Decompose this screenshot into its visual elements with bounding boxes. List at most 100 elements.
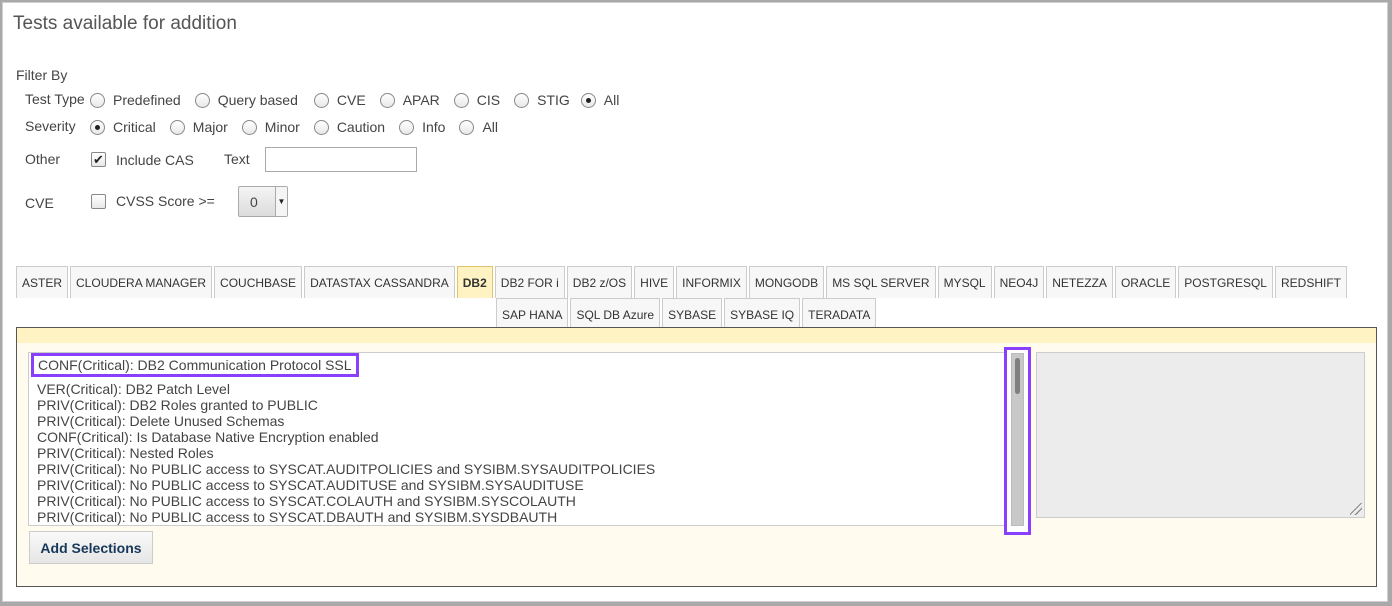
severity-option-label: Info (422, 119, 446, 135)
scrollbar-track[interactable] (1011, 353, 1024, 526)
list-item[interactable]: PRIV(Critical): Delete Unused Schemas (37, 413, 284, 429)
database-tabs-row-1: ASTER CLOUDERA MANAGER COUCHBASE DATASTAX C… (16, 266, 1349, 298)
chevron-down-icon[interactable]: ▼ (275, 187, 287, 216)
tab-teradata[interactable]: TERADATA (802, 298, 877, 330)
tab-ms-sql-server[interactable]: MS SQL SERVER (826, 266, 936, 298)
test-type-option-label: Predefined (113, 92, 181, 108)
list-item-selected[interactable]: CONF(Critical): DB2 Communication Protoc… (31, 353, 359, 377)
severity-radio-critical[interactable] (90, 119, 105, 135)
tab-redshift[interactable]: REDSHIFT (1274, 266, 1347, 298)
severity-radio-all[interactable] (459, 119, 475, 135)
severity-option-label: Major (192, 119, 228, 135)
severity-option-label: Minor (264, 119, 300, 135)
tab-cloudera-manager[interactable]: CLOUDERA MANAGER (70, 266, 213, 298)
severity-option-minor[interactable]: Minor (241, 119, 300, 135)
add-selections-button[interactable]: Add Selections (29, 531, 153, 564)
tab-mongodb[interactable]: MONGODB (748, 266, 825, 298)
tab-aster[interactable]: ASTER (16, 266, 69, 298)
include-cas-label: Include CAS (116, 152, 194, 168)
severity-option-label: Caution (336, 119, 386, 135)
tab-content-strip (17, 328, 1376, 343)
cve-label: CVE (25, 195, 54, 211)
test-type-option-apar[interactable]: APAR (379, 92, 440, 108)
list-item[interactable]: PRIV(Critical): No PUBLIC access to SYSC… (37, 525, 554, 526)
tab-datastax-cassandra[interactable]: DATASTAX CASSANDRA (304, 266, 455, 298)
test-type-option-cve[interactable]: CVE (313, 92, 366, 108)
severity-radio-caution[interactable] (313, 119, 329, 135)
test-type-radio-stig[interactable] (514, 92, 530, 108)
list-scrollbar[interactable] (1004, 347, 1031, 535)
tests-listbox[interactable]: CONF(Critical): DB2 Communication Protoc… (28, 352, 1008, 526)
test-type-option-predefined[interactable]: Predefined (90, 92, 181, 108)
cvss-score-select[interactable]: 0 ▼ (238, 186, 288, 217)
test-type-option-label: CVE (336, 92, 366, 108)
test-type-option-label: APAR (402, 92, 440, 108)
test-type-radio-cis[interactable] (453, 92, 469, 108)
test-type-radio-all[interactable] (580, 92, 596, 108)
tab-sap-hana[interactable]: SAP HANA (496, 298, 569, 330)
database-tabs-row-2: SAP HANA SQL DB Azure SYBASE SYBASE IQ TERAD… (496, 298, 878, 330)
test-type-option-label: Query based (217, 92, 298, 108)
list-item[interactable]: PRIV(Critical): DB2 Roles granted to PUB… (37, 397, 318, 413)
severity-option-label: All (482, 119, 498, 135)
test-type-option-label: STIG (537, 92, 570, 108)
severity-option-caution[interactable]: Caution (313, 119, 386, 135)
list-item[interactable]: CONF(Critical): Is Database Native Encry… (37, 429, 379, 445)
severity-option-critical[interactable]: Critical (90, 119, 156, 135)
cvss-score-value: 0 (250, 194, 258, 210)
filter-by-label: Filter By (16, 67, 68, 83)
test-type-option-label: CIS (476, 92, 501, 108)
severity-option-all[interactable]: All (459, 119, 498, 135)
test-type-radio-cve[interactable] (313, 92, 329, 108)
test-type-option-label: All (603, 92, 620, 108)
tab-sybase[interactable]: SYBASE (662, 298, 723, 330)
test-type-radio-apar[interactable] (379, 92, 395, 108)
tab-db2-for-i[interactable]: DB2 FOR i (494, 266, 565, 298)
severity-option-major[interactable]: Major (169, 119, 228, 135)
test-details-textarea[interactable] (1036, 352, 1365, 518)
tab-informix[interactable]: INFORMIX (676, 266, 747, 298)
other-label: Other (25, 151, 61, 167)
text-filter-input[interactable] (265, 147, 417, 172)
text-label: Text (224, 151, 250, 167)
test-type-radio-group: Predefined Query based CVE APAR CIS STIG All (90, 90, 619, 110)
severity-radio-info[interactable] (399, 119, 415, 135)
tab-content-panel: CONF(Critical): DB2 Communication Protoc… (16, 327, 1377, 587)
test-type-label: Test Type (25, 91, 85, 107)
tests-panel: Tests available for addition Filter By T… (2, 2, 1388, 602)
list-item[interactable]: PRIV(Critical): Nested Roles (37, 445, 214, 461)
tab-neo4j[interactable]: NEO4J (993, 266, 1045, 298)
tab-couchbase[interactable]: COUCHBASE (214, 266, 303, 298)
tab-sybase-iq[interactable]: SYBASE IQ (724, 298, 801, 330)
test-type-option-all[interactable]: All (580, 92, 620, 108)
list-item[interactable]: PRIV(Critical): No PUBLIC access to SYSC… (37, 509, 557, 525)
tab-db2[interactable]: DB2 (456, 266, 493, 298)
test-type-option-cis[interactable]: CIS (453, 92, 501, 108)
list-item[interactable]: PRIV(Critical): No PUBLIC access to SYSC… (37, 493, 576, 509)
tab-postgresql[interactable]: POSTGRESQL (1178, 266, 1273, 298)
severity-radio-major[interactable] (169, 119, 185, 135)
resize-handle-icon[interactable] (1350, 503, 1362, 515)
scrollbar-thumb[interactable] (1015, 358, 1020, 394)
tab-hive[interactable]: HIVE (634, 266, 675, 298)
list-item[interactable]: PRIV(Critical): No PUBLIC access to SYSC… (37, 477, 584, 493)
cvss-checkbox[interactable] (91, 194, 106, 209)
tab-sql-db-azure[interactable]: SQL DB Azure (570, 298, 661, 330)
severity-option-label: Critical (113, 119, 156, 135)
tab-netezza[interactable]: NETEZZA (1046, 266, 1113, 298)
include-cas-checkbox[interactable]: ✔ (91, 152, 106, 167)
page-title: Tests available for addition (13, 13, 237, 34)
list-item[interactable]: VER(Critical): DB2 Patch Level (37, 381, 230, 397)
tab-db2-z-os[interactable]: DB2 z/OS (566, 266, 633, 298)
severity-radio-minor[interactable] (241, 119, 257, 135)
severity-label: Severity (25, 118, 76, 134)
severity-option-info[interactable]: Info (399, 119, 445, 135)
tab-mysql[interactable]: MYSQL (937, 266, 992, 298)
test-type-radio-predefined[interactable] (90, 92, 105, 108)
test-type-option-stig[interactable]: STIG (514, 92, 570, 108)
list-item[interactable]: PRIV(Critical): No PUBLIC access to SYSC… (37, 461, 655, 477)
tab-oracle[interactable]: ORACLE (1114, 266, 1177, 298)
test-type-option-query-based[interactable]: Query based (194, 92, 298, 108)
test-type-radio-query-based[interactable] (194, 92, 210, 108)
severity-radio-group: Critical Major Minor Caution Info All (90, 117, 498, 137)
